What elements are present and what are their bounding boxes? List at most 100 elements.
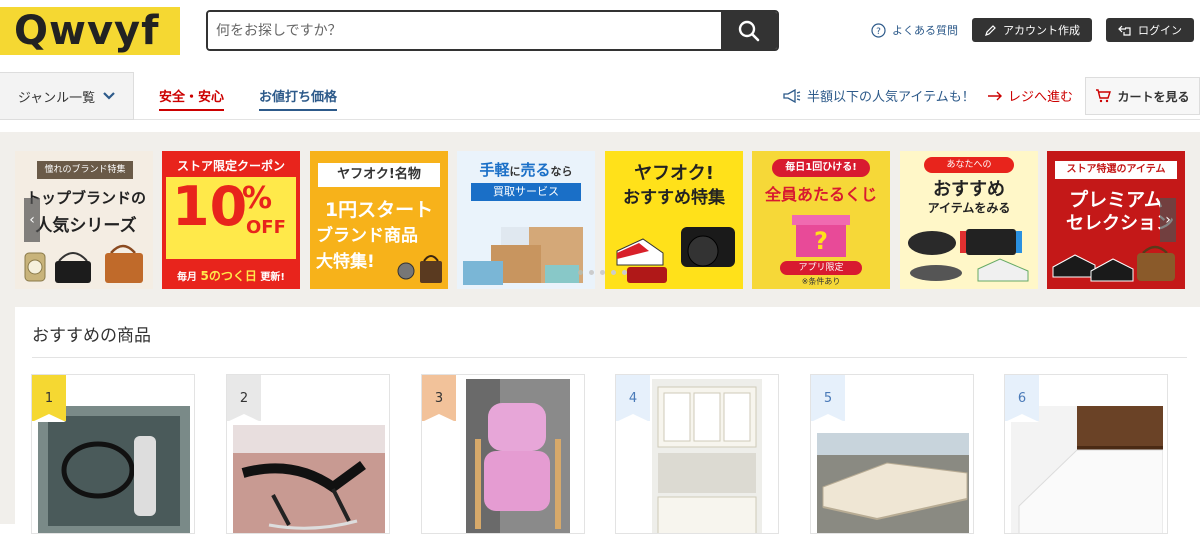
promo-text: 半額以下の人気アイテムも！ bbox=[807, 90, 975, 105]
brand-goods-illustration bbox=[24, 244, 143, 283]
bed-image bbox=[1011, 406, 1163, 533]
svg-text:?: ? bbox=[814, 227, 828, 255]
carousel-dot[interactable] bbox=[589, 270, 594, 275]
banner-coupon-footer: 毎月 5のつく日 更新! bbox=[162, 267, 300, 284]
register-label: レジへ進む bbox=[1008, 90, 1074, 105]
svg-text:?: ? bbox=[876, 27, 881, 37]
banner-recommend-feature-line2: おすすめ特集 bbox=[623, 188, 725, 208]
genre-menu-button[interactable]: ジャンル一覧 bbox=[0, 72, 134, 120]
product-card[interactable]: 1 bbox=[31, 374, 195, 534]
banner-buyback-word1: 手軽 bbox=[479, 161, 510, 179]
product-card[interactable]: 4 bbox=[615, 374, 779, 534]
search-input[interactable] bbox=[208, 12, 721, 49]
rank-badge: 1 bbox=[32, 375, 66, 422]
banner-recommend-feature-bg: ヤフオク! おすすめ特集 bbox=[605, 151, 743, 289]
banner-lottery-tag: 毎日1回ひける! bbox=[772, 159, 870, 177]
faq-link[interactable]: ? よくある質問 bbox=[871, 22, 958, 38]
banner-buyback-word3: 売る bbox=[520, 161, 551, 179]
view-cart-label: カートを見る bbox=[1117, 89, 1190, 104]
banner-buyback-word2: に bbox=[509, 165, 521, 178]
product-card[interactable]: 6 bbox=[1004, 374, 1168, 534]
product-image bbox=[38, 406, 190, 533]
genre-menu-label: ジャンル一覧 bbox=[17, 90, 96, 106]
register-link[interactable]: レジへ進む bbox=[987, 86, 1073, 105]
rank-badge: 4 bbox=[616, 375, 650, 422]
promo-link[interactable]: 半額以下の人気アイテムも！ bbox=[783, 86, 975, 105]
product-image bbox=[233, 425, 385, 533]
rank-badge: 2 bbox=[227, 375, 261, 422]
banner-for-you-bg: あなたへの おすすめ アイテムをみる bbox=[900, 151, 1038, 289]
arrow-right-icon bbox=[988, 91, 1002, 100]
banner-buyback-line1: 手軽に売るなら bbox=[457, 159, 595, 180]
banner-coupon-foot2: 5のつく日 bbox=[200, 269, 257, 283]
pencil-icon bbox=[985, 24, 996, 36]
divider bbox=[32, 357, 1187, 358]
product-image bbox=[817, 433, 969, 533]
banner-recommend-feature[interactable]: ヤフオク! おすすめ特集 bbox=[605, 151, 743, 289]
banner-one-yen-start[interactable]: ヤフオク!名物 1円スタート ブランド商品 大特集! bbox=[310, 151, 448, 289]
rank-badge: 5 bbox=[811, 375, 845, 422]
help-circle-icon: ? bbox=[871, 22, 886, 38]
banner-for-you-tag: あなたへの bbox=[924, 157, 1014, 173]
carousel-dot[interactable] bbox=[600, 270, 605, 275]
banner-buyback-bg: 手軽に売るなら 買取サービス bbox=[457, 151, 595, 289]
product-card[interactable]: 2 bbox=[226, 374, 390, 534]
banner-area: 憧れのブランド特集 トップブランドの 人気シリーズ ストア限定クーポン 10 %… bbox=[0, 132, 1200, 534]
banner-lottery-badge: アプリ限定 bbox=[780, 261, 862, 275]
household-goods-illustration bbox=[908, 229, 1029, 282]
banner-for-you[interactable]: あなたへの おすすめ アイテムをみる bbox=[900, 151, 1038, 289]
search-icon bbox=[738, 20, 760, 41]
product-image bbox=[1011, 406, 1163, 533]
banner-one-yen-bg: ヤフオク!名物 1円スタート ブランド商品 大特集! bbox=[310, 151, 448, 289]
site-header: Qwvyf ? よくある質問 アカウント作成 bbox=[0, 0, 1200, 72]
banner-coupon-box: 10 % OFF bbox=[166, 177, 296, 259]
mystery-box-icon: ? bbox=[792, 215, 850, 257]
create-account-button[interactable]: アカウント作成 bbox=[972, 18, 1092, 42]
banner-coupon-foot3: 更新! bbox=[260, 272, 285, 283]
carousel-dot[interactable] bbox=[611, 270, 616, 275]
banner-one-yen-line3: 大特集! bbox=[316, 252, 375, 272]
carousel-dot[interactable] bbox=[622, 270, 627, 275]
tab-safety[interactable]: 安全・安心 bbox=[159, 86, 225, 111]
sofa-image bbox=[817, 433, 969, 533]
sneaker-bag-illustration bbox=[1052, 245, 1175, 282]
product-image bbox=[652, 379, 762, 533]
product-card[interactable]: 5 bbox=[810, 374, 974, 534]
carousel-next-button[interactable]: › bbox=[1160, 198, 1176, 242]
carousel-prev-button[interactable]: ‹ bbox=[24, 198, 40, 242]
banner-buyback-service: 買取サービス bbox=[471, 183, 581, 201]
banner-coupon-percent: % bbox=[242, 181, 273, 216]
rank-badge: 3 bbox=[422, 375, 456, 422]
tool-case-image bbox=[38, 406, 190, 533]
banner-top-brand-tag: 憧れのブランド特集 bbox=[37, 161, 133, 179]
banner-buyback[interactable]: 手軽に売るなら 買取サービス bbox=[457, 151, 595, 289]
megaphone-icon bbox=[783, 88, 801, 103]
carousel-dot[interactable] bbox=[578, 270, 583, 275]
lounge-chair-image bbox=[233, 425, 385, 533]
carousel-dots bbox=[578, 270, 627, 275]
hand-pointer-icon bbox=[1118, 25, 1131, 36]
banner-coupon-foot1: 毎月 bbox=[177, 272, 198, 283]
site-logo[interactable]: Qwvyf bbox=[0, 7, 180, 55]
view-cart-button[interactable]: カートを見る bbox=[1085, 77, 1200, 115]
banner-premium-tag: ストア特選のアイテム bbox=[1055, 161, 1177, 179]
banner-store-coupon[interactable]: ストア限定クーポン 10 % OFF 毎月 5のつく日 更新! bbox=[162, 151, 300, 289]
banner-lottery[interactable]: 毎日1回ひける! 全員あたるくじ ? アプリ限定 ※条件あり bbox=[752, 151, 890, 289]
search-button[interactable] bbox=[721, 12, 777, 49]
banner-for-you-line1: おすすめ bbox=[933, 179, 1005, 200]
login-button[interactable]: ログイン bbox=[1106, 18, 1194, 42]
banner-one-yen-line1: 1円スタート bbox=[324, 199, 434, 221]
banner-lottery-title: 全員あたるくじ bbox=[764, 185, 877, 204]
search-bar bbox=[206, 10, 779, 51]
boxes-clothes-illustration bbox=[463, 227, 583, 285]
banner-one-yen-tag: ヤフオク!名物 bbox=[318, 163, 440, 187]
watch-bag-illustration bbox=[397, 255, 442, 283]
chevron-right-icon: › bbox=[1165, 212, 1171, 228]
product-card[interactable]: 3 bbox=[421, 374, 585, 534]
faq-label: よくある質問 bbox=[892, 24, 958, 37]
rank-badge: 6 bbox=[1005, 375, 1039, 422]
main-nav: ジャンル一覧 安全・安心 お値打ち価格 半額以下の人気アイテムも！ レジへ進む … bbox=[0, 72, 1200, 120]
tab-bargain[interactable]: お値打ち価格 bbox=[259, 86, 338, 111]
banner-store-coupon-bg: ストア限定クーポン 10 % OFF 毎月 5のつく日 更新! bbox=[162, 151, 300, 289]
create-account-label: アカウント作成 bbox=[1003, 24, 1080, 37]
